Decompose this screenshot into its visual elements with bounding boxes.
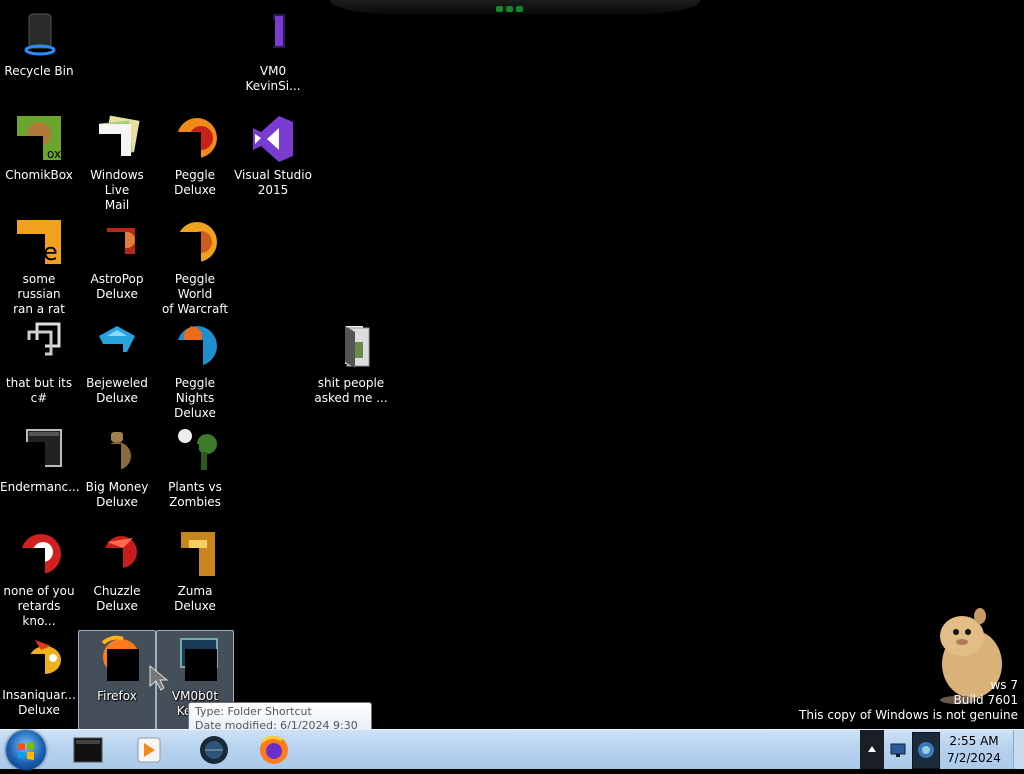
show-desktop-button[interactable] (1013, 730, 1024, 769)
icon-label: Plants vs Zombies (168, 480, 222, 509)
icon-label: that but its c# (5, 376, 73, 405)
visual-studio-icon (249, 114, 297, 162)
desktop-icon-folder-shit-people[interactable]: shit people asked me ... (312, 318, 390, 418)
taskbar-pinned-firefox[interactable] (250, 732, 298, 768)
document-icon: e (15, 218, 63, 266)
red-swirl-icon (15, 530, 63, 578)
desktop-icon-windows-live-mail[interactable]: Windows Live Mail (78, 110, 156, 212)
window-app-icon (15, 426, 63, 474)
gem-icon (93, 322, 141, 370)
zuma-icon (171, 530, 219, 578)
astropop-icon (93, 218, 141, 266)
desktop-icon-vm0-kevinsi[interactable]: VM0 KevinSi... (234, 6, 312, 106)
mouse-cursor-icon (149, 664, 169, 691)
windows-stack-icon (15, 322, 63, 370)
led-icon (506, 6, 513, 12)
watermark-genuine: This copy of Windows is not genuine (799, 708, 1018, 722)
desktop-icon-that-but-csharp[interactable]: that but its c# (0, 318, 78, 418)
windows-logo-icon (18, 742, 34, 760)
desktop-icon-big-money[interactable]: Big Money Deluxe (78, 422, 156, 522)
taskbar: 2:55 AM 7/2/2024 (0, 729, 1024, 770)
tooltip-type: Type: Folder Shortcut (195, 705, 312, 718)
icon-label: Insaniquar... Deluxe (2, 688, 76, 717)
money-bag-icon (93, 426, 141, 474)
icon-label: shit people asked me ... (314, 376, 388, 405)
clock-time: 2:55 AM (949, 734, 999, 748)
media-player-icon (137, 737, 161, 763)
tray-expand[interactable] (860, 730, 884, 769)
desktop-icon-chuzzle[interactable]: Chuzzle Deluxe (78, 526, 156, 626)
svg-text:e: e (43, 238, 58, 266)
chuzzle-icon (93, 530, 141, 578)
icon-label: Recycle Bin (4, 64, 74, 78)
top-decoration (330, 0, 700, 14)
mail-icon (93, 114, 141, 162)
icon-label: VM0 KevinSi... (245, 64, 301, 93)
taskbar-pinned-terminal[interactable] (64, 732, 112, 768)
desktop-icon-peggle-nights[interactable]: Peggle Nights Deluxe (156, 318, 234, 420)
monitor-icon (171, 635, 219, 683)
firefox-icon (93, 635, 141, 683)
taskbar-pinned-globe[interactable] (190, 732, 238, 768)
desktop-icon-some-russian[interactable]: e some russian ran a rat (0, 214, 78, 316)
desktop-icon-peggle-deluxe[interactable]: Peggle Deluxe (156, 110, 234, 210)
icon-label: none of you retards kno... (3, 584, 75, 628)
peggle-wow-icon (171, 218, 219, 266)
icon-label: Zuma Deluxe (174, 584, 216, 613)
terminal-icon (73, 737, 103, 763)
recycle-bin-icon (15, 10, 63, 58)
globe-icon (200, 736, 228, 764)
desktop-icon-endermanch[interactable]: Endermanc... (0, 422, 80, 522)
network-icon[interactable] (888, 740, 908, 760)
firefox-icon (260, 735, 288, 764)
svg-text:ox: ox (47, 147, 61, 161)
icon-label: Chuzzle Deluxe (93, 584, 141, 613)
desktop-icon-insaniquarium[interactable]: Insaniquar... Deluxe (0, 630, 78, 730)
plant-icon (171, 426, 219, 474)
clock-date: 7/2/2024 (947, 751, 1001, 765)
icon-label: Peggle Nights Deluxe (174, 376, 216, 420)
icon-label: Firefox (97, 689, 137, 703)
desktop-icon-peggle-world-of-warcraft[interactable]: Peggle World of Warcraft ... (156, 214, 234, 331)
icon-label: Bejeweled Deluxe (86, 376, 148, 405)
desktop-icon-recycle-bin[interactable]: Recycle Bin (0, 6, 78, 106)
desktop-icon-visual-studio-2015[interactable]: Visual Studio 2015 (234, 110, 312, 210)
chevron-up-icon (868, 746, 876, 752)
led-icon (516, 6, 523, 12)
desktop-icon-firefox[interactable]: Firefox (78, 630, 156, 730)
desktop-icon-astropop[interactable]: AstroPop Deluxe (78, 214, 156, 314)
desktop-icon-chomikbox[interactable]: ox ChomikBox (0, 110, 78, 210)
fish-icon (15, 634, 63, 682)
start-button[interactable] (6, 730, 46, 770)
peggle-icon (171, 114, 219, 162)
folder-icon (327, 322, 375, 370)
led-icon (496, 6, 503, 12)
icon-label: Endermanc... (0, 480, 80, 494)
chomikbox-icon: ox (15, 114, 63, 162)
icon-label: ChomikBox (5, 168, 73, 182)
taskbar-clock[interactable]: 2:55 AM 7/2/2024 (936, 733, 1012, 767)
icon-label: AstroPop Deluxe (90, 272, 144, 301)
watermark-build: Build 7601 (953, 693, 1018, 707)
icon-label: Peggle Deluxe (174, 168, 216, 197)
windows-watermark: ws 7 Build 7601 This copy of Windows is … (799, 678, 1018, 723)
icon-label: some russian ran a rat (13, 272, 65, 316)
desktop-icon-none-of-you[interactable]: none of you retards kno... (0, 526, 78, 628)
watermark-version: ws 7 (990, 678, 1018, 692)
peggle-nights-icon (171, 322, 219, 370)
desktop-icon-plants-vs-zombies[interactable]: Plants vs Zombies (156, 422, 234, 522)
visual-studio-icon (249, 10, 297, 58)
desktop-icon-zuma-deluxe[interactable]: Zuma Deluxe (156, 526, 234, 626)
icon-label: Windows Live Mail (90, 168, 144, 212)
taskbar-pinned-media-player[interactable] (124, 732, 172, 768)
desktop-icon-bejeweled[interactable]: Bejeweled Deluxe (78, 318, 156, 418)
icon-label: Big Money Deluxe (85, 480, 149, 509)
icon-label: Visual Studio 2015 (234, 168, 312, 197)
